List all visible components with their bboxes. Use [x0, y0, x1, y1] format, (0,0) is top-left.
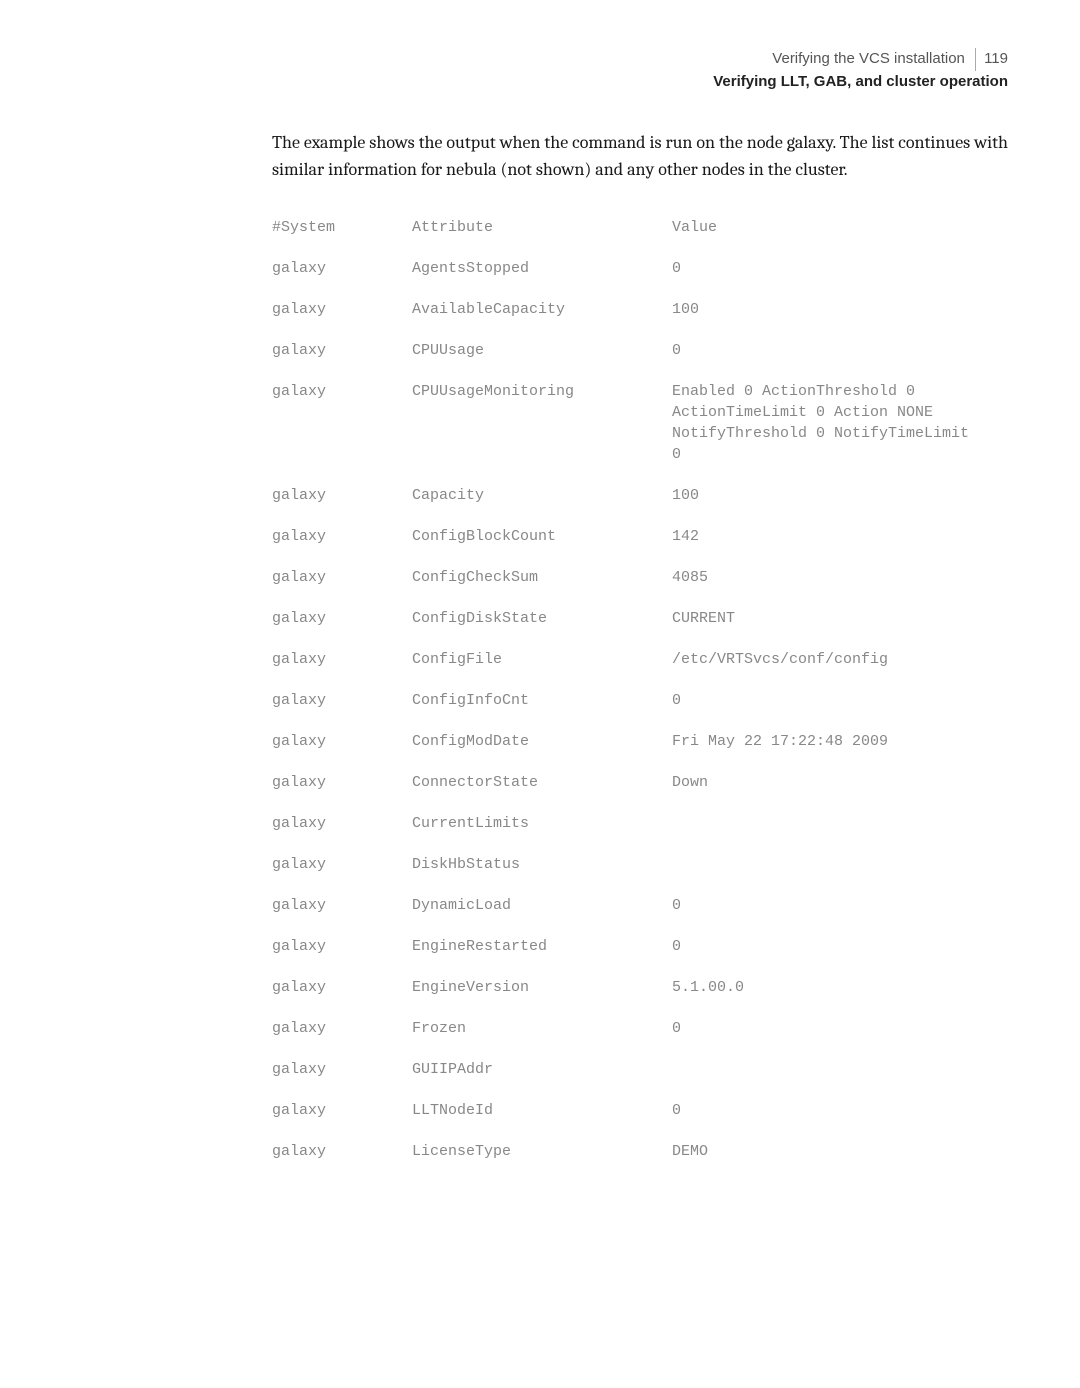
- attribute-cell: LicenseType: [412, 1131, 672, 1172]
- attribute-cell: EngineVersion: [412, 967, 672, 1008]
- attribute-cell: ConfigFile: [412, 639, 672, 680]
- value-cell: 0: [672, 680, 1008, 721]
- table-row: galaxyDiskHbStatus: [272, 844, 1008, 885]
- value-header: Value: [672, 207, 1008, 248]
- attribute-cell: LLTNodeId: [412, 1090, 672, 1131]
- table-row: galaxyConfigBlockCount142: [272, 516, 1008, 557]
- table-row: galaxyAvailableCapacity100: [272, 289, 1008, 330]
- header-title: Verifying the VCS installation: [772, 50, 965, 67]
- table-row: galaxyConnectorStateDown: [272, 762, 1008, 803]
- attribute-header: Attribute: [412, 207, 672, 248]
- system-cell: galaxy: [272, 1090, 412, 1131]
- table-row: galaxyCPUUsage0: [272, 330, 1008, 371]
- attribute-cell: CPUUsageMonitoring: [412, 371, 672, 475]
- system-cell: galaxy: [272, 289, 412, 330]
- system-cell: galaxy: [272, 330, 412, 371]
- system-cell: galaxy: [272, 639, 412, 680]
- value-cell: DEMO: [672, 1131, 1008, 1172]
- system-cell: galaxy: [272, 598, 412, 639]
- value-cell: [672, 803, 1008, 844]
- value-cell: 0: [672, 330, 1008, 371]
- value-cell: 0: [672, 248, 1008, 289]
- table-row: galaxyLicenseTypeDEMO: [272, 1131, 1008, 1172]
- system-cell: galaxy: [272, 967, 412, 1008]
- attribute-cell: GUIIPAddr: [412, 1049, 672, 1090]
- system-cell: galaxy: [272, 516, 412, 557]
- value-cell: [672, 1049, 1008, 1090]
- table-row: galaxyFrozen0: [272, 1008, 1008, 1049]
- table-row: galaxyAgentsStopped0: [272, 248, 1008, 289]
- value-cell: 0: [672, 1090, 1008, 1131]
- value-cell: /etc/VRTSvcs/conf/config: [672, 639, 1008, 680]
- value-cell: 100: [672, 289, 1008, 330]
- value-cell: 142: [672, 516, 1008, 557]
- table-row: galaxyCPUUsageMonitoringEnabled 0 Action…: [272, 371, 1008, 475]
- page-number: 119: [975, 48, 1008, 71]
- value-cell: 0: [672, 885, 1008, 926]
- table-row: galaxyConfigInfoCnt0: [272, 680, 1008, 721]
- system-cell: galaxy: [272, 1008, 412, 1049]
- table-row: #SystemAttributeValue: [272, 207, 1008, 248]
- system-cell: galaxy: [272, 844, 412, 885]
- table-row: galaxyConfigFile/etc/VRTSvcs/conf/config: [272, 639, 1008, 680]
- attribute-cell: CurrentLimits: [412, 803, 672, 844]
- attribute-cell: ConfigModDate: [412, 721, 672, 762]
- table-row: galaxyCurrentLimits: [272, 803, 1008, 844]
- attribute-cell: CPUUsage: [412, 330, 672, 371]
- value-cell: 0: [672, 926, 1008, 967]
- table-row: galaxyEngineVersion5.1.00.0: [272, 967, 1008, 1008]
- system-cell: galaxy: [272, 371, 412, 475]
- value-cell: Enabled 0 ActionThreshold 0 ActionTimeLi…: [672, 371, 1008, 475]
- intro-paragraph: The example shows the output when the co…: [272, 129, 1008, 183]
- system-cell: galaxy: [272, 680, 412, 721]
- system-header: #System: [272, 207, 412, 248]
- table-row: galaxyGUIIPAddr: [272, 1049, 1008, 1090]
- table-row: galaxyConfigCheckSum4085: [272, 557, 1008, 598]
- value-cell: 4085: [672, 557, 1008, 598]
- system-cell: galaxy: [272, 248, 412, 289]
- system-cell: galaxy: [272, 721, 412, 762]
- attribute-cell: ConfigInfoCnt: [412, 680, 672, 721]
- system-cell: galaxy: [272, 557, 412, 598]
- system-attributes-table: #SystemAttributeValuegalaxyAgentsStopped…: [272, 207, 1008, 1172]
- attribute-cell: AgentsStopped: [412, 248, 672, 289]
- value-cell: 5.1.00.0: [672, 967, 1008, 1008]
- header-subtitle: Verifying LLT, GAB, and cluster operatio…: [72, 71, 1008, 94]
- attribute-cell: ConfigBlockCount: [412, 516, 672, 557]
- attribute-cell: DynamicLoad: [412, 885, 672, 926]
- table-row: galaxyConfigDiskStateCURRENT: [272, 598, 1008, 639]
- system-cell: galaxy: [272, 1049, 412, 1090]
- attribute-cell: ConfigCheckSum: [412, 557, 672, 598]
- system-cell: galaxy: [272, 926, 412, 967]
- system-cell: galaxy: [272, 475, 412, 516]
- value-cell: Fri May 22 17:22:48 2009: [672, 721, 1008, 762]
- system-cell: galaxy: [272, 803, 412, 844]
- attribute-cell: ConfigDiskState: [412, 598, 672, 639]
- system-cell: galaxy: [272, 1131, 412, 1172]
- attribute-cell: Frozen: [412, 1008, 672, 1049]
- table-row: galaxyLLTNodeId0: [272, 1090, 1008, 1131]
- attribute-cell: DiskHbStatus: [412, 844, 672, 885]
- attribute-cell: Capacity: [412, 475, 672, 516]
- value-cell: 100: [672, 475, 1008, 516]
- value-cell: CURRENT: [672, 598, 1008, 639]
- value-cell: 0: [672, 1008, 1008, 1049]
- system-cell: galaxy: [272, 762, 412, 803]
- system-cell: galaxy: [272, 885, 412, 926]
- table-row: galaxyEngineRestarted0: [272, 926, 1008, 967]
- table-row: galaxyCapacity100: [272, 475, 1008, 516]
- value-cell: Down: [672, 762, 1008, 803]
- attribute-cell: AvailableCapacity: [412, 289, 672, 330]
- attribute-cell: ConnectorState: [412, 762, 672, 803]
- value-cell: [672, 844, 1008, 885]
- table-row: galaxyConfigModDateFri May 22 17:22:48 2…: [272, 721, 1008, 762]
- table-row: galaxyDynamicLoad0: [272, 885, 1008, 926]
- attribute-cell: EngineRestarted: [412, 926, 672, 967]
- page-header: Verifying the VCS installation 119 Verif…: [72, 48, 1008, 93]
